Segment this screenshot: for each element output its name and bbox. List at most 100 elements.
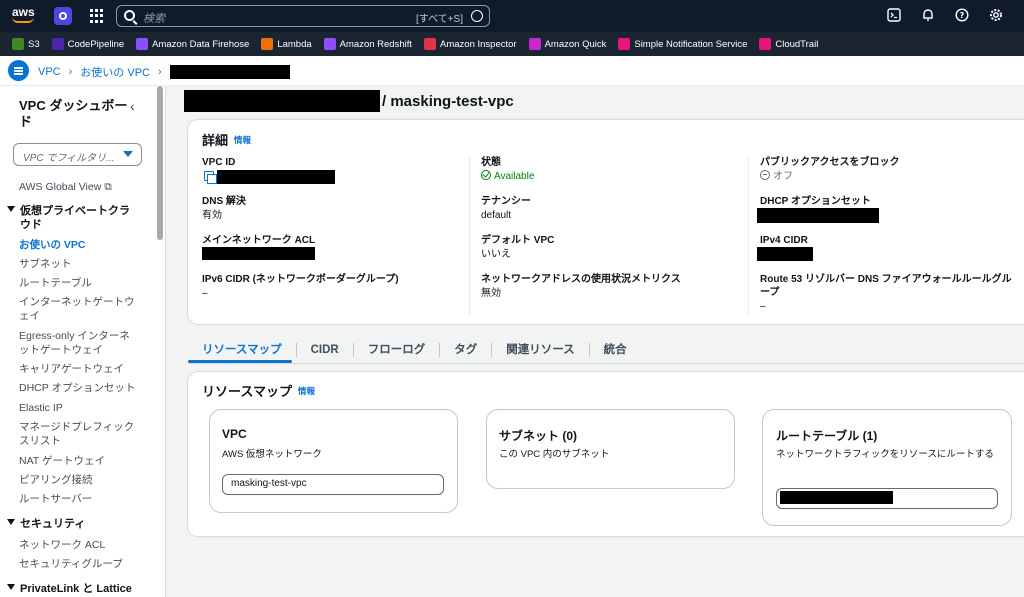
search-shortcut-hint: [すべて+S] [416,14,463,25]
redacted-vpc-id [217,170,335,184]
sidebar: VPC ダッシュボード ‹ VPC でフィルタリ... AWS Global V… [0,86,166,597]
chevron-right-icon: › [157,66,162,78]
breadcrumb-bar: VPC › お使いの VPC › [0,56,1024,86]
codepipeline-icon [51,38,64,50]
svg-text:?: ? [960,11,965,20]
tab-resource-map[interactable]: リソースマップ [188,343,297,357]
sidebar-section-privatelink[interactable]: PrivateLink と Lattice [7,582,137,596]
tenancy-label: テナンシー [481,196,531,207]
copy-icon[interactable] [204,171,217,184]
tab-cidr[interactable]: CIDR [297,343,354,357]
search-placeholder: 検索 [143,13,165,25]
route53-firewall-label: Route 53 リゾルバー DNS ファイアウォールルールグループ [760,274,1012,298]
off-status-icon [760,170,770,180]
sidebar-item-elastic-ip[interactable]: Elastic IP [19,401,137,415]
aws-logo[interactable]: aws [12,6,36,26]
block-public-access-value: オフ [760,170,793,183]
sidebar-item-route-tables[interactable]: ルートテーブル [19,276,137,290]
favorite-label: Simple Notification Service [634,38,748,50]
expand-caret-icon [7,584,15,590]
sidebar-item-global-view[interactable]: AWS Global View ⧉ [19,180,137,194]
firehose-icon [136,38,149,50]
sidebar-title[interactable]: VPC ダッシュボード [19,98,129,130]
cloudshell-icon[interactable] [886,8,902,24]
notifications-bell-icon[interactable] [920,8,936,24]
details-header: 詳細 情報 [202,130,251,149]
favorite-inspector[interactable]: Amazon Inspector [424,38,517,50]
sidebar-item-route-servers[interactable]: ルートサーバー [19,492,137,506]
favorite-label: Amazon Data Firehose [152,38,250,50]
filter-placeholder: VPC でフィルタリ... [23,153,115,164]
sidebar-section-vpc[interactable]: 仮想プライベートクラウド [7,204,137,232]
vpc-id-label: VPC ID [202,157,236,168]
sidebar-item-dhcp-option-sets[interactable]: DHCP オプションセット [19,381,137,395]
favorite-label: Amazon Inspector [440,38,517,50]
sns-icon [618,38,631,50]
state-label: 状態 [481,157,501,168]
expand-caret-icon [7,519,15,525]
tab-flow-logs[interactable]: フローログ [354,343,441,357]
resource-map-heading: リソースマップ [202,384,292,399]
help-icon[interactable]: ? [954,8,970,24]
redacted-main-acl [202,247,315,260]
favorite-lambda[interactable]: Lambda [261,38,312,50]
default-vpc-label: デフォルト VPC [481,235,555,246]
apps-grid-icon[interactable] [90,9,104,23]
sidebar-item-managed-prefix-lists[interactable]: マネージドプレフィックスリスト [19,420,137,448]
clear-search-icon[interactable] [471,10,483,22]
tab-related-resources[interactable]: 関連リソース [492,343,590,357]
menu-hamburger-icon[interactable] [8,60,29,81]
page-title: / masking-test-vpc [184,90,514,112]
main-network-acl-label: メインネットワーク ACL [202,235,316,246]
collapse-sidebar-icon[interactable]: ‹ [130,98,135,114]
settings-gear-icon[interactable] [988,8,1004,24]
favorite-cloudtrail[interactable]: CloudTrail [759,38,818,50]
sidebar-item-peering-connections[interactable]: ピアリング接続 [19,473,137,487]
tab-tags[interactable]: タグ [440,343,493,357]
sidebar-item-security-groups[interactable]: セキュリティグループ [19,557,137,571]
favorites-bar: S3 CodePipeline Amazon Data Firehose Lambda… [0,32,1024,56]
route-table-node[interactable] [776,488,998,509]
vpc-card-title: VPC [222,427,247,441]
sidebar-vpc-filter-select[interactable]: VPC でフィルタリ... [13,143,142,166]
sidebar-item-subnets[interactable]: サブネット [19,257,137,271]
route-table-card-description: ネットワークトラフィックをリソースにルートする [776,449,994,460]
dns-resolution-label: DNS 解決 [202,196,246,207]
favorite-redshift[interactable]: Amazon Redshift [323,38,412,50]
column-divider [748,156,749,316]
details-info-link[interactable]: 情報 [234,134,251,146]
success-check-icon [481,170,491,180]
sidebar-scrollbar[interactable] [157,86,163,240]
service-shortcut-icon[interactable] [54,7,72,25]
tab-integrations[interactable]: 統合 [590,343,641,357]
sidebar-item-your-vpcs[interactable]: お使いの VPC [19,238,137,252]
favorite-quick[interactable]: Amazon Quick [528,38,607,50]
ipv6-cidr-value: – [202,288,208,299]
cloudtrail-icon [759,38,772,50]
breadcrumb-your-vpcs[interactable]: お使いの VPC [80,64,150,80]
favorite-s3[interactable]: S3 [12,38,40,50]
favorite-label: Amazon Quick [544,38,607,50]
global-search-input[interactable]: 検索 [すべて+S] [116,5,490,27]
caret-down-icon [123,151,133,157]
favorite-firehose[interactable]: Amazon Data Firehose [136,38,249,50]
favorite-codepipeline[interactable]: CodePipeline [51,38,124,50]
subnet-card-title: サブネット (0) [499,429,578,443]
redacted-dhcp-option-set [757,208,879,223]
favorite-sns[interactable]: Simple Notification Service [618,38,747,50]
sidebar-item-egress-only-igw[interactable]: Egress-only インターネットゲートウェイ [19,329,137,357]
sidebar-item-nat-gateways[interactable]: NAT ゲートウェイ [19,454,137,468]
breadcrumb-vpc[interactable]: VPC [38,66,61,78]
vpc-name-node[interactable]: masking-test-vpc [222,474,444,495]
sidebar-section-security[interactable]: セキュリティ [7,517,137,531]
ipv4-cidr-label: IPv4 CIDR [760,235,808,246]
vpc-resource-card [209,409,458,513]
sidebar-item-carrier-gateways[interactable]: キャリアゲートウェイ [19,362,137,376]
resource-map-info-link[interactable]: 情報 [298,385,315,397]
sidebar-item-network-acls[interactable]: ネットワーク ACL [19,538,137,552]
favorite-label: Lambda [277,38,312,50]
default-vpc-value: いいえ [481,249,511,260]
subnet-card-description: この VPC 内のサブネット [499,449,610,460]
lambda-icon [261,38,274,50]
sidebar-item-internet-gateways[interactable]: インターネットゲートウェイ [19,295,137,323]
